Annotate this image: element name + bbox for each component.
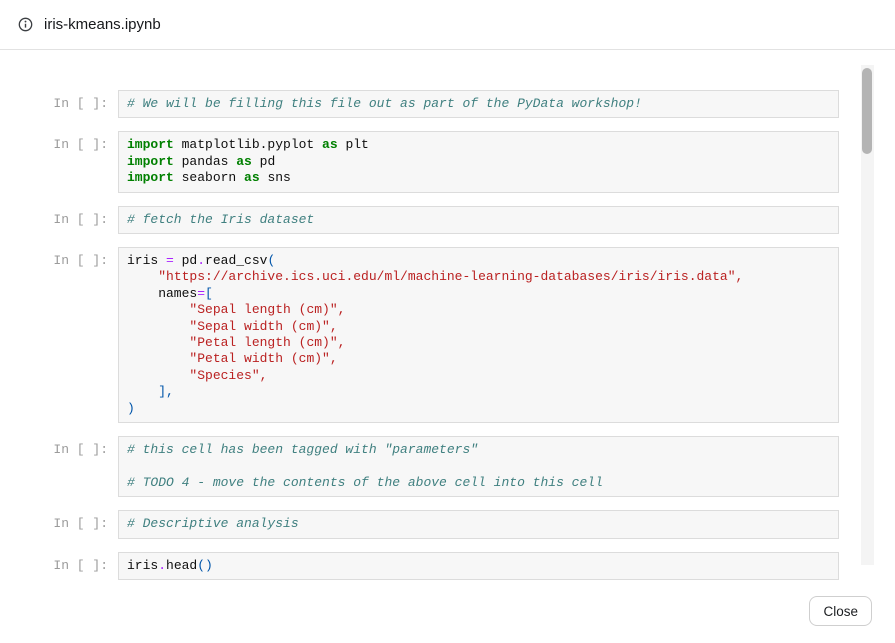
cell-prompt: In [ ]: xyxy=(40,436,118,458)
cell-code: iris = pd.read_csv( "https://archive.ics… xyxy=(118,247,839,423)
cell-code: # this cell has been tagged with "parame… xyxy=(118,436,839,497)
cell-code: # We will be filling this file out as pa… xyxy=(118,90,839,118)
notebook-title: iris-kmeans.ipynb xyxy=(44,16,161,33)
notebook-cell: In [ ]:# Descriptive analysis xyxy=(40,510,839,538)
info-icon[interactable] xyxy=(18,17,33,32)
dialog-header: iris-kmeans.ipynb xyxy=(0,0,895,50)
cell-code: # fetch the Iris dataset xyxy=(118,206,839,234)
close-button[interactable]: Close xyxy=(809,596,872,626)
cell-code: import matplotlib.pyplot as plt import p… xyxy=(118,131,839,192)
notebook-cell: In [ ]:# fetch the Iris dataset xyxy=(40,206,839,234)
cell-code: iris.head() xyxy=(118,552,839,580)
cell-prompt: In [ ]: xyxy=(40,247,118,269)
notebook-cell: In [ ]:# We will be filling this file ou… xyxy=(40,90,839,118)
notebook-cell: In [ ]:iris.head() xyxy=(40,552,839,580)
cell-prompt: In [ ]: xyxy=(40,206,118,228)
notebook-cells: In [ ]:# We will be filling this file ou… xyxy=(0,51,895,587)
notebook-cell: In [ ]:# this cell has been tagged with … xyxy=(40,436,839,497)
cell-prompt: In [ ]: xyxy=(40,131,118,153)
notebook-cell: In [ ]:iris = pd.read_csv( "https://arch… xyxy=(40,247,839,423)
cell-prompt: In [ ]: xyxy=(40,510,118,532)
notebook-scroll-area[interactable]: In [ ]:# We will be filling this file ou… xyxy=(0,51,895,587)
scrollbar-thumb[interactable] xyxy=(862,68,872,154)
scrollbar-track[interactable] xyxy=(861,65,874,565)
cell-prompt: In [ ]: xyxy=(40,90,118,112)
cell-code: # Descriptive analysis xyxy=(118,510,839,538)
notebook-cell: In [ ]:import matplotlib.pyplot as plt i… xyxy=(40,131,839,192)
cell-prompt: In [ ]: xyxy=(40,552,118,574)
